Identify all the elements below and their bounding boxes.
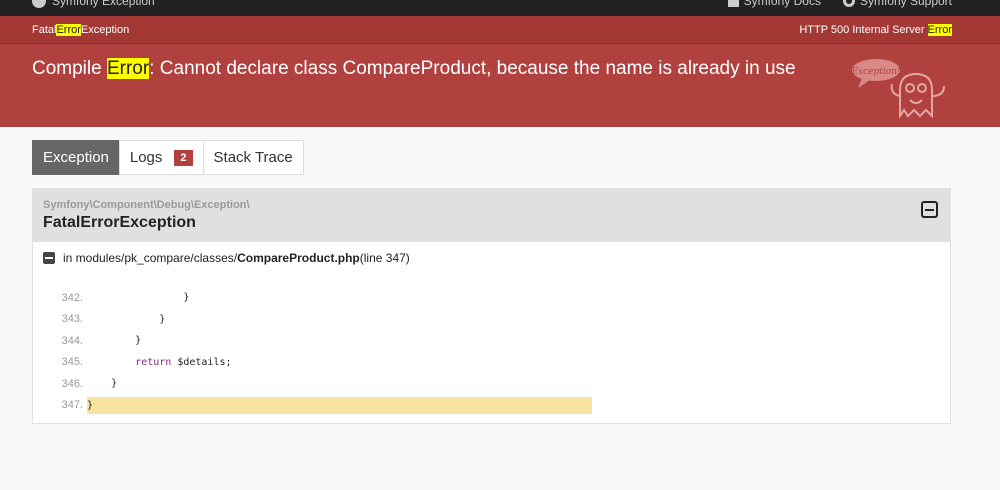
trace-file[interactable]: CompareProduct.php (237, 251, 360, 265)
line-number: 347. (61, 399, 83, 412)
exception-header: FatalErrorException HTTP 500 Internal Se… (0, 16, 1000, 127)
exception-message: Compile Error: Cannot declare class Comp… (32, 58, 796, 79)
code-line: 347.} (61, 395, 592, 417)
tab-bar: Exception Logs 2 Stack Trace (32, 140, 304, 175)
line-text: } (87, 396, 592, 414)
lifebuoy-icon (842, 0, 855, 7)
http-status: HTTP 500 Internal Server Error (799, 24, 952, 36)
line-text: } (87, 292, 190, 304)
collapse-toggle-icon[interactable] (921, 201, 938, 218)
collapse-trace-icon[interactable] (43, 252, 55, 264)
brand[interactable]: Symfony Exception (32, 0, 155, 8)
symfony-support-link[interactable]: Symfony Support (842, 0, 952, 8)
line-number: 344. (61, 334, 83, 347)
line-number: 345. (61, 356, 83, 369)
exception-type: FatalErrorException (32, 24, 130, 36)
line-text: } (87, 378, 118, 390)
line-text: return $details; (135, 356, 232, 368)
line-number: 346. (61, 377, 83, 390)
svg-text:Exception!: Exception! (850, 67, 900, 77)
symfony-logo-icon (32, 0, 46, 8)
code-line: 345. return $details; (61, 352, 232, 374)
code-line: 346. } (61, 373, 118, 395)
book-icon (727, 0, 739, 7)
brand-label: Symfony Exception (52, 0, 155, 8)
trace-location: in modules/pk_compare/classes/ComparePro… (43, 251, 410, 265)
code-excerpt: 342. } 343. } 344. } 345. return $details; 3… (61, 287, 592, 417)
symfony-docs-link[interactable]: Symfony Docs (727, 0, 821, 8)
logs-count-badge: 2 (174, 149, 193, 166)
exception-class: FatalErrorException (43, 214, 196, 231)
line-number: 342. (61, 291, 83, 304)
line-text: } (87, 313, 166, 325)
exception-ghost-icon: Exception! (850, 59, 945, 118)
line-text: } (87, 335, 142, 347)
top-bar: Symfony Exception Symfony Docs Symfony S… (0, 0, 1000, 16)
exception-panel-header: Symfony\Component\Debug\Exception\ Fatal… (33, 189, 950, 242)
code-line: 344. } (61, 330, 142, 352)
code-line: 342. } (61, 287, 190, 309)
exception-subbar: FatalErrorException HTTP 500 Internal Se… (0, 16, 1000, 44)
tab-stack-trace[interactable]: Stack Trace (202, 140, 304, 175)
code-line: 343. } (61, 309, 166, 331)
exception-namespace: Symfony\Component\Debug\Exception\ (43, 199, 250, 211)
exception-panel: Symfony\Component\Debug\Exception\ Fatal… (32, 188, 951, 424)
tab-exception[interactable]: Exception (32, 140, 120, 175)
tab-logs[interactable]: Logs 2 (118, 140, 204, 175)
line-number: 343. (61, 313, 83, 326)
